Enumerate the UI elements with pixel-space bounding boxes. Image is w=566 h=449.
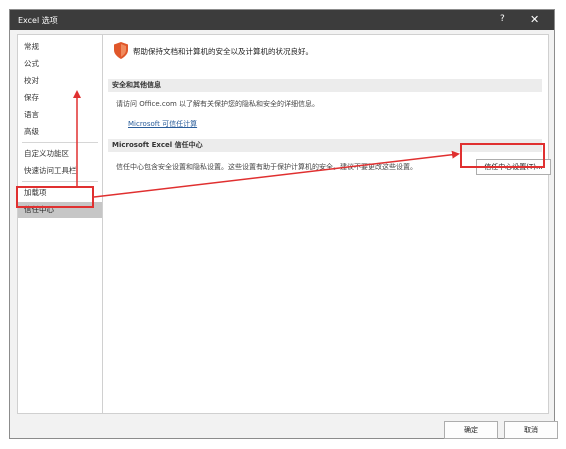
annotation-arrows xyxy=(73,90,460,198)
arrow-to-settings-button xyxy=(93,150,460,198)
